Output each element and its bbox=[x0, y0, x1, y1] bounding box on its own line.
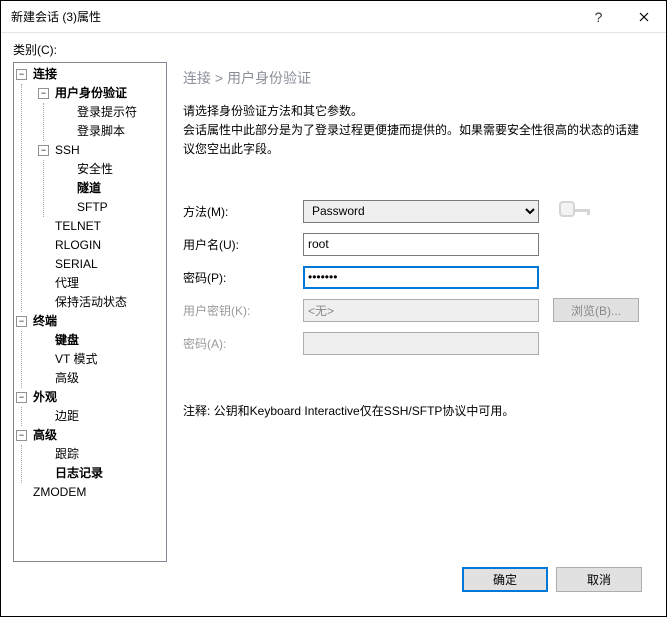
category-tree[interactable]: − 连接 − 用户身份验证 登录提示符 登录脚本 − bbox=[13, 62, 167, 562]
dialog-buttons: 确定 取消 bbox=[13, 562, 654, 606]
tree-rlogin[interactable]: RLOGIN bbox=[38, 236, 166, 255]
tree-tunnel[interactable]: 隧道 bbox=[60, 179, 166, 198]
userkey-label: 用户密钥(K): bbox=[183, 302, 303, 319]
tree-serial[interactable]: SERIAL bbox=[38, 255, 166, 274]
tree-keepalive[interactable]: 保持活动状态 bbox=[38, 293, 166, 312]
tree-connection[interactable]: − 连接 bbox=[16, 65, 166, 84]
window-title: 新建会话 (3)属性 bbox=[11, 8, 576, 25]
userkey-input bbox=[303, 299, 539, 322]
tree-security[interactable]: 安全性 bbox=[60, 160, 166, 179]
collapse-icon[interactable]: − bbox=[16, 430, 27, 441]
tree-advanced[interactable]: − 高级 bbox=[16, 426, 166, 445]
tree-login-prompt[interactable]: 登录提示符 bbox=[60, 103, 166, 122]
tree-sftp[interactable]: SFTP bbox=[60, 198, 166, 217]
cancel-button[interactable]: 取消 bbox=[556, 567, 642, 592]
tree-ssh[interactable]: − SSH bbox=[38, 141, 166, 160]
tree-vt[interactable]: VT 模式 bbox=[38, 350, 166, 369]
tree-margin[interactable]: 边距 bbox=[38, 407, 166, 426]
tree-telnet[interactable]: TELNET bbox=[38, 217, 166, 236]
tree-proxy[interactable]: 代理 bbox=[38, 274, 166, 293]
note-text: 注释: 公钥和Keyboard Interactive仅在SSH/SFTP协议中… bbox=[183, 402, 648, 419]
collapse-icon[interactable]: − bbox=[16, 392, 27, 403]
tree-appearance[interactable]: − 外观 bbox=[16, 388, 166, 407]
ok-button[interactable]: 确定 bbox=[462, 567, 548, 592]
tree-login-script[interactable]: 登录脚本 bbox=[60, 122, 166, 141]
method-label: 方法(M): bbox=[183, 203, 303, 220]
description: 请选择身份验证方法和其它参数。 会话属性中此部分是为了登录过程更便捷而提供的。如… bbox=[183, 102, 648, 159]
password2-row: 密码(A): bbox=[183, 331, 648, 355]
method-select[interactable]: Password bbox=[303, 200, 539, 223]
username-label: 用户名(U): bbox=[183, 236, 303, 253]
category-label: 类别(C): bbox=[13, 41, 654, 58]
auth-panel: 连接 > 用户身份验证 请选择身份验证方法和其它参数。 会话属性中此部分是为了登… bbox=[179, 62, 654, 562]
collapse-icon[interactable]: − bbox=[38, 88, 49, 99]
dialog-window: 新建会话 (3)属性 ? 类别(C): − 连接 − 用户身份验证 bbox=[0, 0, 667, 617]
username-input[interactable] bbox=[303, 233, 539, 256]
collapse-icon[interactable]: − bbox=[38, 145, 49, 156]
collapse-icon[interactable]: − bbox=[16, 69, 27, 80]
tree-keyboard[interactable]: 键盘 bbox=[38, 331, 166, 350]
help-button[interactable]: ? bbox=[576, 1, 621, 33]
password2-label: 密码(A): bbox=[183, 335, 303, 352]
tree-terminal[interactable]: − 终端 bbox=[16, 312, 166, 331]
collapse-icon[interactable]: − bbox=[16, 316, 27, 327]
tree-logging[interactable]: 日志记录 bbox=[38, 464, 166, 483]
tree-zmodem[interactable]: ZMODEM bbox=[16, 483, 166, 502]
key-icon bbox=[559, 197, 593, 225]
tree-auth[interactable]: − 用户身份验证 bbox=[38, 84, 166, 103]
tree-trace[interactable]: 跟踪 bbox=[38, 445, 166, 464]
close-button[interactable] bbox=[621, 1, 666, 33]
method-row: 方法(M): Password bbox=[183, 199, 648, 223]
tree-advanced-terminal[interactable]: 高级 bbox=[38, 369, 166, 388]
titlebar: 新建会话 (3)属性 ? bbox=[1, 1, 666, 33]
userkey-row: 用户密钥(K): 浏览(B)... bbox=[183, 298, 648, 322]
password2-input bbox=[303, 332, 539, 355]
password-label: 密码(P): bbox=[183, 269, 303, 286]
browse-button: 浏览(B)... bbox=[553, 298, 639, 322]
username-row: 用户名(U): bbox=[183, 232, 648, 256]
breadcrumb: 连接 > 用户身份验证 bbox=[183, 68, 648, 88]
password-input[interactable] bbox=[303, 266, 539, 289]
password-row: 密码(P): bbox=[183, 265, 648, 289]
